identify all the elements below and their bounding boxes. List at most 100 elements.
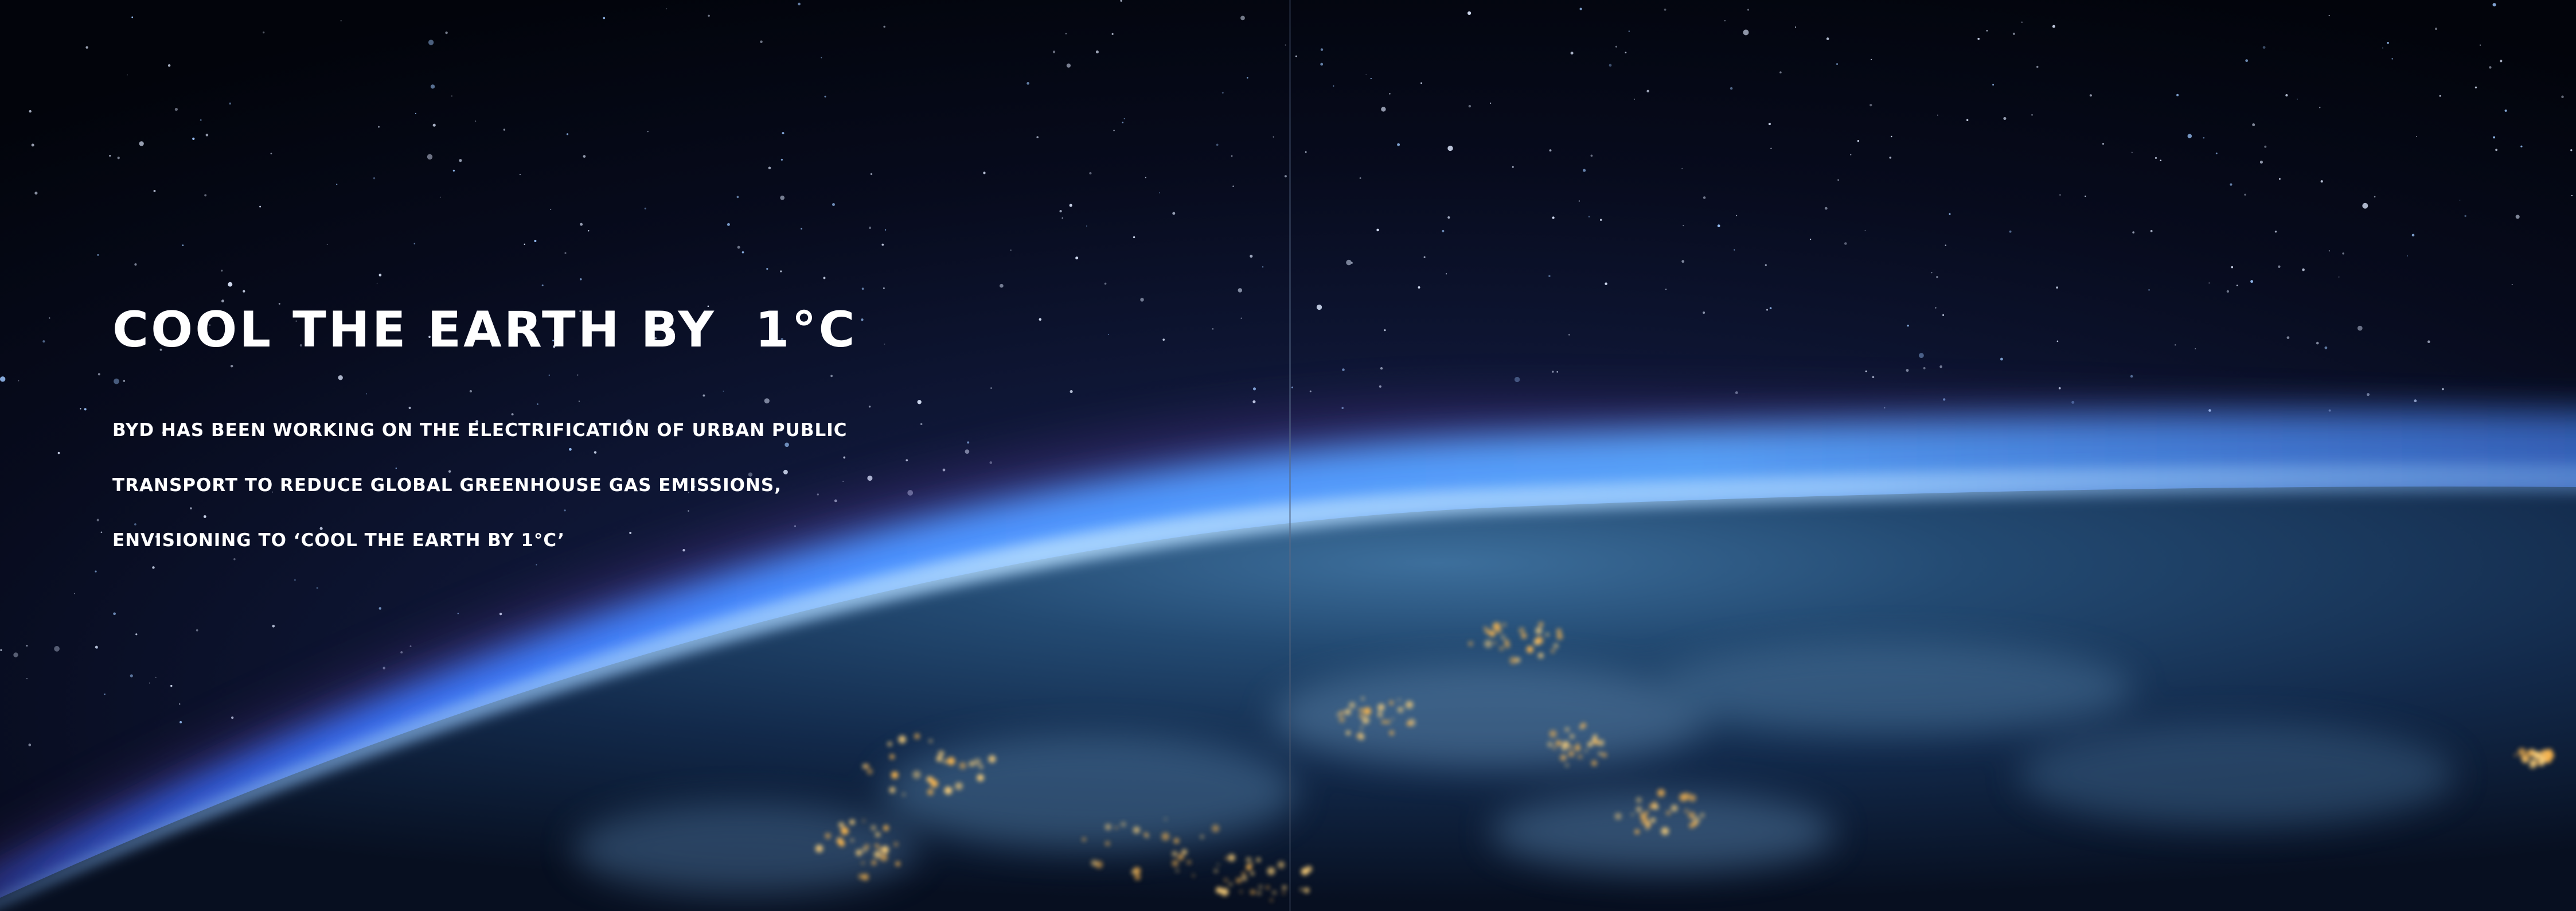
star — [130, 674, 133, 678]
star — [1447, 145, 1453, 151]
star — [2342, 252, 2344, 255]
star — [26, 645, 28, 647]
star — [1986, 30, 1988, 32]
star — [1238, 288, 1243, 293]
city-light — [1192, 874, 1195, 877]
star — [409, 645, 412, 648]
star — [2262, 46, 2266, 49]
city-light — [1273, 891, 1276, 894]
city-light — [1282, 891, 1286, 894]
star — [400, 651, 403, 654]
city-light — [841, 827, 849, 835]
star — [1945, 244, 1947, 246]
city-light — [1398, 698, 1401, 702]
star — [445, 31, 448, 34]
city-light — [1121, 822, 1126, 827]
star — [427, 154, 433, 160]
star — [243, 290, 245, 293]
star — [270, 153, 272, 155]
star — [1824, 207, 1828, 210]
star — [2160, 159, 2162, 161]
star — [1942, 314, 1945, 316]
star — [1240, 15, 1245, 21]
city-light — [1634, 830, 1640, 834]
city-light — [837, 838, 840, 840]
star — [1770, 147, 1772, 149]
city-light — [1568, 750, 1575, 757]
star — [1250, 255, 1253, 258]
city-light — [862, 819, 865, 822]
city-light — [856, 850, 862, 856]
city-light — [1650, 817, 1656, 823]
city-light — [1657, 789, 1665, 797]
star — [131, 16, 134, 18]
city-light — [1131, 870, 1136, 875]
star — [117, 157, 120, 159]
body-text: BYD HAS BEEN WORKING ON THE ELECTRIFICAT… — [112, 403, 973, 568]
star — [1683, 225, 1684, 227]
star — [2493, 136, 2496, 139]
star — [870, 173, 873, 176]
city-light — [1345, 708, 1351, 715]
star — [178, 703, 181, 705]
star — [26, 678, 28, 679]
city-light — [947, 757, 955, 765]
star — [869, 227, 872, 229]
city-light — [1575, 745, 1580, 751]
city-light — [2530, 758, 2536, 765]
star — [766, 268, 768, 270]
star — [170, 684, 173, 687]
star — [149, 682, 150, 684]
star — [54, 646, 60, 652]
star — [1779, 71, 1782, 73]
page-fold-line — [1289, 0, 1291, 911]
star — [378, 607, 382, 610]
star — [603, 17, 606, 20]
star — [1939, 365, 1942, 368]
star — [139, 141, 144, 146]
star — [1735, 391, 1738, 394]
city-light — [898, 735, 906, 743]
star — [1549, 149, 1552, 152]
star — [2208, 409, 2211, 412]
star — [2302, 268, 2305, 271]
star — [1316, 304, 1322, 310]
star — [96, 519, 99, 521]
star — [272, 625, 275, 628]
city-light — [1549, 730, 1557, 738]
city-light — [875, 843, 879, 848]
star — [127, 74, 128, 76]
star — [1320, 48, 1324, 51]
city-light — [825, 833, 831, 839]
city-light — [1338, 717, 1345, 723]
star — [1664, 9, 1666, 11]
star — [2427, 340, 2430, 344]
city-light — [1397, 706, 1404, 713]
star — [2297, 98, 2298, 100]
city-light — [1569, 745, 1572, 749]
city-light — [1181, 849, 1188, 855]
star — [1123, 118, 1125, 119]
star — [2411, 233, 2415, 237]
star — [104, 693, 106, 695]
city-light — [1282, 885, 1287, 890]
star — [1583, 169, 1586, 172]
city-light — [1598, 739, 1605, 746]
star — [2362, 203, 2368, 209]
city-light — [1091, 859, 1098, 866]
star — [2328, 14, 2330, 17]
star — [1291, 386, 1293, 388]
star — [2495, 149, 2498, 151]
city-light — [883, 825, 889, 831]
star — [1359, 177, 1361, 179]
city-light — [895, 861, 900, 866]
star — [378, 274, 382, 277]
star — [1949, 213, 1951, 215]
star — [1252, 387, 1256, 391]
star — [1381, 107, 1386, 112]
star — [2208, 282, 2210, 284]
city-light — [1693, 822, 1697, 826]
star — [1446, 273, 1447, 275]
star — [2236, 285, 2238, 286]
star — [18, 380, 19, 381]
